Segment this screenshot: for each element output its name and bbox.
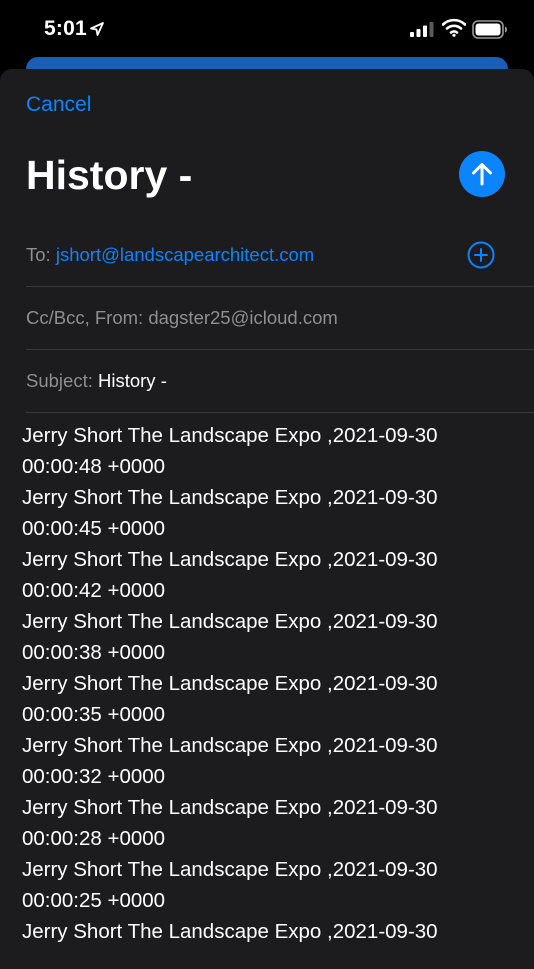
send-arrow-icon: [472, 163, 492, 186]
subject-field[interactable]: Subject: History -: [26, 350, 534, 413]
send-button[interactable]: [459, 151, 505, 197]
to-label: To:: [26, 244, 51, 265]
to-field[interactable]: To: jshort@landscapearchitect.com: [26, 224, 534, 287]
status-time: 5:01: [44, 17, 87, 40]
entry-line2: 00:00:45 +0000: [22, 517, 166, 540]
entry-line1: Jerry Short The Landscape Expo ,2021-09-…: [22, 672, 438, 695]
subject-label: Subject:: [26, 370, 93, 391]
entry-line2: 00:00:35 +0000: [22, 703, 166, 726]
cc-from-field[interactable]: Cc/Bcc, From: dagster25@icloud.com: [26, 287, 534, 350]
entry-line1: Jerry Short The Landscape Expo ,2021-09-…: [22, 610, 438, 633]
entry-line2: 00:00:38 +0000: [22, 641, 166, 664]
entry-line2: 00:00:32 +0000: [22, 765, 166, 788]
entry-line2: 00:00:42 +0000: [22, 579, 166, 602]
history-entry: Jerry Short The Landscape Expo ,2021-09-…: [22, 420, 522, 482]
from-address[interactable]: dagster25@icloud.com: [148, 307, 338, 328]
entry-line1: Jerry Short The Landscape Expo ,2021-09-…: [22, 486, 438, 509]
cancel-button[interactable]: Cancel: [26, 93, 91, 117]
cellular-signal-icon: [410, 22, 434, 37]
status-bar: 5:01: [0, 0, 534, 60]
entry-line1: Jerry Short The Landscape Expo ,2021-09-…: [22, 548, 438, 571]
compose-sheet: Cancel History - To: jshort@landscapearc…: [0, 69, 534, 969]
history-entry: Jerry Short The Landscape Expo ,2021-09-…: [22, 606, 522, 668]
entry-line1: Jerry Short The Landscape Expo ,2021-09-…: [22, 424, 438, 447]
entry-line1: Jerry Short The Landscape Expo ,2021-09-…: [22, 796, 438, 819]
battery-icon: [472, 20, 507, 39]
cc-label: Cc/Bcc, From:: [26, 307, 144, 328]
entry-line1: Jerry Short The Landscape Expo ,2021-09-…: [22, 920, 438, 943]
to-recipient[interactable]: jshort@landscapearchitect.com: [56, 244, 314, 265]
history-entry: Jerry Short The Landscape Expo ,2021-09-…: [22, 544, 522, 606]
history-entry: Jerry Short The Landscape Expo ,2021-09-…: [22, 668, 522, 730]
subject-input[interactable]: History -: [98, 370, 167, 391]
message-body[interactable]: Jerry Short The Landscape Expo ,2021-09-…: [22, 420, 522, 947]
compose-title: History -: [26, 152, 193, 198]
history-entry: Jerry Short The Landscape Expo ,2021-09-…: [22, 916, 522, 947]
history-entry: Jerry Short The Landscape Expo ,2021-09-…: [22, 482, 522, 544]
entry-line2: 00:00:25 +0000: [22, 889, 166, 912]
history-entry: Jerry Short The Landscape Expo ,2021-09-…: [22, 730, 522, 792]
location-arrow-icon: [90, 22, 104, 36]
entry-line1: Jerry Short The Landscape Expo ,2021-09-…: [22, 858, 438, 881]
entry-line2: 00:00:28 +0000: [22, 827, 166, 850]
history-entry: Jerry Short The Landscape Expo ,2021-09-…: [22, 792, 522, 854]
history-entry: Jerry Short The Landscape Expo ,2021-09-…: [22, 854, 522, 916]
entry-line1: Jerry Short The Landscape Expo ,2021-09-…: [22, 734, 438, 757]
wifi-icon: [442, 18, 466, 37]
entry-line2: 00:00:48 +0000: [22, 455, 166, 478]
add-contact-icon[interactable]: [467, 241, 495, 269]
